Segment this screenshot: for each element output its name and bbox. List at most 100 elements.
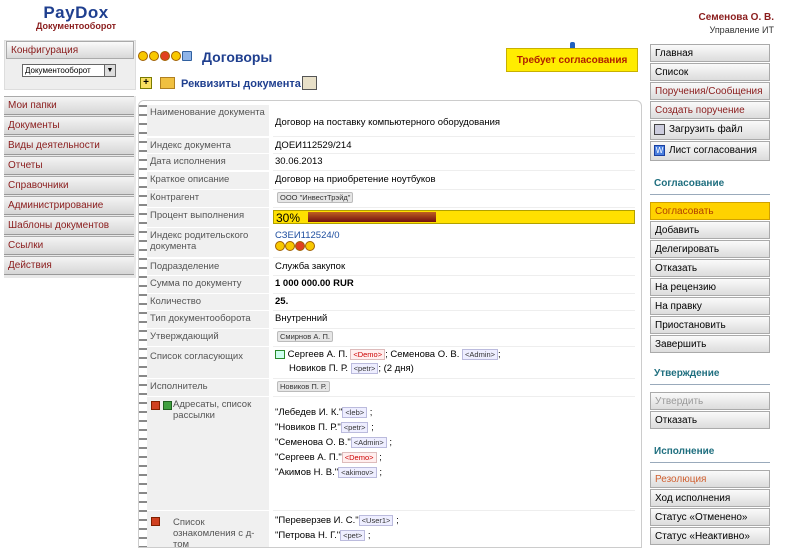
field-row: Дата исполнения 30.06.2013 xyxy=(147,154,635,171)
user-tag: <Admin> xyxy=(350,437,387,448)
recipient-name[interactable]: "Семенова О. В." xyxy=(275,437,351,448)
acquaint-icon[interactable] xyxy=(151,517,160,526)
progress-fill xyxy=(308,212,436,222)
logo-subtitle: Документооборот xyxy=(36,21,117,31)
add-recipient-icon[interactable] xyxy=(163,401,172,410)
money-icon[interactable] xyxy=(149,51,159,61)
approver-duration: ; (2 дня) xyxy=(378,363,414,374)
field-label: Индекс родительского документа xyxy=(147,228,269,258)
user-tag: <pet> xyxy=(340,530,366,541)
user-tag: <User1> xyxy=(358,515,394,526)
workflow-select[interactable]: Документооборот ▼ xyxy=(22,64,116,77)
settings-icon[interactable] xyxy=(171,51,181,61)
menu-administration[interactable]: Администрирование xyxy=(4,196,134,215)
config-button[interactable]: Конфигурация xyxy=(6,41,134,59)
menu-directories[interactable]: Справочники xyxy=(4,176,134,195)
parent-doc-link[interactable]: СЗЕИ112524/0 xyxy=(275,230,340,241)
counterparty-tag[interactable]: ООО "ИнвестТрэйд" xyxy=(277,192,354,203)
recipient-name[interactable]: "Акимов Н. В." xyxy=(275,467,338,478)
chevron-down-icon[interactable]: ▼ xyxy=(104,65,115,76)
alert-icon[interactable] xyxy=(295,241,305,251)
tree-icon[interactable] xyxy=(275,349,285,359)
menu-templates[interactable]: Шаблоны документов xyxy=(4,216,134,235)
add-button[interactable]: Добавить xyxy=(650,221,770,239)
field-value: 30.06.2013 xyxy=(273,154,635,171)
user-tag: <Demo> xyxy=(350,349,386,360)
approval-required-banner[interactable]: Требует согласования xyxy=(506,48,638,72)
recipient-name[interactable]: "Сергеев А. П." xyxy=(275,452,342,463)
field-label: Краткое описание xyxy=(147,172,269,190)
acquaint-name[interactable]: "Переверзев И. С." xyxy=(275,515,359,526)
upload-file-button[interactable]: Загрузить файл xyxy=(650,120,770,140)
menu-reports[interactable]: Отчеты xyxy=(4,156,134,175)
field-row: Количество 25. xyxy=(147,294,635,311)
field-label: Список ознакомления с д-том xyxy=(147,511,269,547)
acquaint-name[interactable]: "Петрова Н. Г." xyxy=(275,530,340,541)
menu-my-folders[interactable]: Мои папки xyxy=(4,96,134,115)
resolution-button[interactable]: Резолюция xyxy=(650,470,770,488)
document-icon[interactable] xyxy=(182,51,192,61)
folder-icon[interactable] xyxy=(160,77,175,89)
field-label: Дата исполнения xyxy=(147,154,269,171)
status-cancelled-button[interactable]: Статус «Отменено» xyxy=(650,508,770,526)
app-logo[interactable]: PayDox Документооборот xyxy=(36,3,116,31)
field-label: Контрагент xyxy=(147,190,269,208)
alert-icon[interactable] xyxy=(160,51,170,61)
approver-name[interactable]: Сергеев А. П. xyxy=(288,349,348,360)
suspend-button[interactable]: Приостановить xyxy=(650,316,770,334)
field-value: Смирнов А. П. xyxy=(273,329,635,347)
reject-button[interactable]: Отказать xyxy=(650,259,770,277)
revise-button[interactable]: На правку xyxy=(650,297,770,315)
comment-icon[interactable] xyxy=(138,51,148,61)
menu-actions[interactable]: Действия xyxy=(4,256,134,275)
field-row: Исполнитель Новиков П. Р. xyxy=(147,379,635,397)
doc-details-link[interactable]: Реквизиты документа xyxy=(181,78,301,90)
distribution-icon[interactable] xyxy=(151,401,160,410)
approver-name[interactable]: Новиков П. Р. xyxy=(289,363,348,374)
menu-links[interactable]: Ссылки xyxy=(4,236,134,255)
finish-button[interactable]: Завершить xyxy=(650,335,770,353)
user-dept: Управление ИТ xyxy=(709,25,775,35)
recipient-name[interactable]: "Лебедев И. К." xyxy=(275,407,342,418)
nav-assignments[interactable]: Поручения/Сообщения xyxy=(650,82,770,100)
field-label: Исполнитель xyxy=(147,379,269,397)
menu-activities[interactable]: Виды деятельности xyxy=(4,136,134,155)
money-icon[interactable] xyxy=(285,241,295,251)
execution-progress-button[interactable]: Ход исполнения xyxy=(650,489,770,507)
nav-create-assignment[interactable]: Создать поручение xyxy=(650,101,770,119)
sign-off-button[interactable]: Утвердить xyxy=(650,392,770,410)
field-row: Наименование документа Договор на поставк… xyxy=(147,105,635,137)
nav-main[interactable]: Главная xyxy=(650,44,770,62)
field-row: Адресаты, список рассылки "Лебедев И. К.… xyxy=(147,397,635,511)
executor-tag[interactable]: Новиков П. Р. xyxy=(277,381,330,392)
sign-off-reject-button[interactable]: Отказать xyxy=(650,411,770,429)
field-row: Список согласующих Сергеев А. П. <Demo>;… xyxy=(147,347,635,379)
approver-tag[interactable]: Смирнов А. П. xyxy=(277,331,333,342)
calculator-icon[interactable] xyxy=(302,76,317,90)
status-inactive-button[interactable]: Статус «Неактивно» xyxy=(650,527,770,545)
comment-icon[interactable] xyxy=(275,241,285,251)
nav-list[interactable]: Список xyxy=(650,63,770,81)
settings-icon[interactable] xyxy=(305,241,315,251)
field-label: Индекс документа xyxy=(147,138,269,154)
page-title: Договоры xyxy=(202,49,273,65)
approver-name[interactable]: ; Семенова О. В. xyxy=(385,349,459,360)
field-value: Новиков П. Р. xyxy=(273,379,635,397)
user-tag: <Admin> xyxy=(462,349,499,360)
recipient-name[interactable]: "Новиков П. Р." xyxy=(275,422,341,433)
menu-documents[interactable]: Документы xyxy=(4,116,134,135)
logo-title: PayDox xyxy=(43,3,109,22)
field-row: Процент выполнения 30% xyxy=(147,208,635,228)
add-icon[interactable]: + xyxy=(140,77,152,89)
approve-button[interactable]: Согласовать xyxy=(650,202,770,220)
field-label: Сумма по документу xyxy=(147,276,269,294)
review-button[interactable]: На рецензию xyxy=(650,278,770,296)
approval-sheet-button[interactable]: W Лист согласования xyxy=(650,141,770,161)
approval-sheet-label: Лист согласования xyxy=(669,145,757,156)
workflow-select-value: Документооборот xyxy=(25,66,91,75)
section-divider xyxy=(650,384,770,385)
delegate-button[interactable]: Делегировать xyxy=(650,240,770,258)
section-divider xyxy=(650,462,770,463)
field-label: Процент выполнения xyxy=(147,208,269,228)
user-name[interactable]: Семенова О. В. xyxy=(664,12,774,23)
